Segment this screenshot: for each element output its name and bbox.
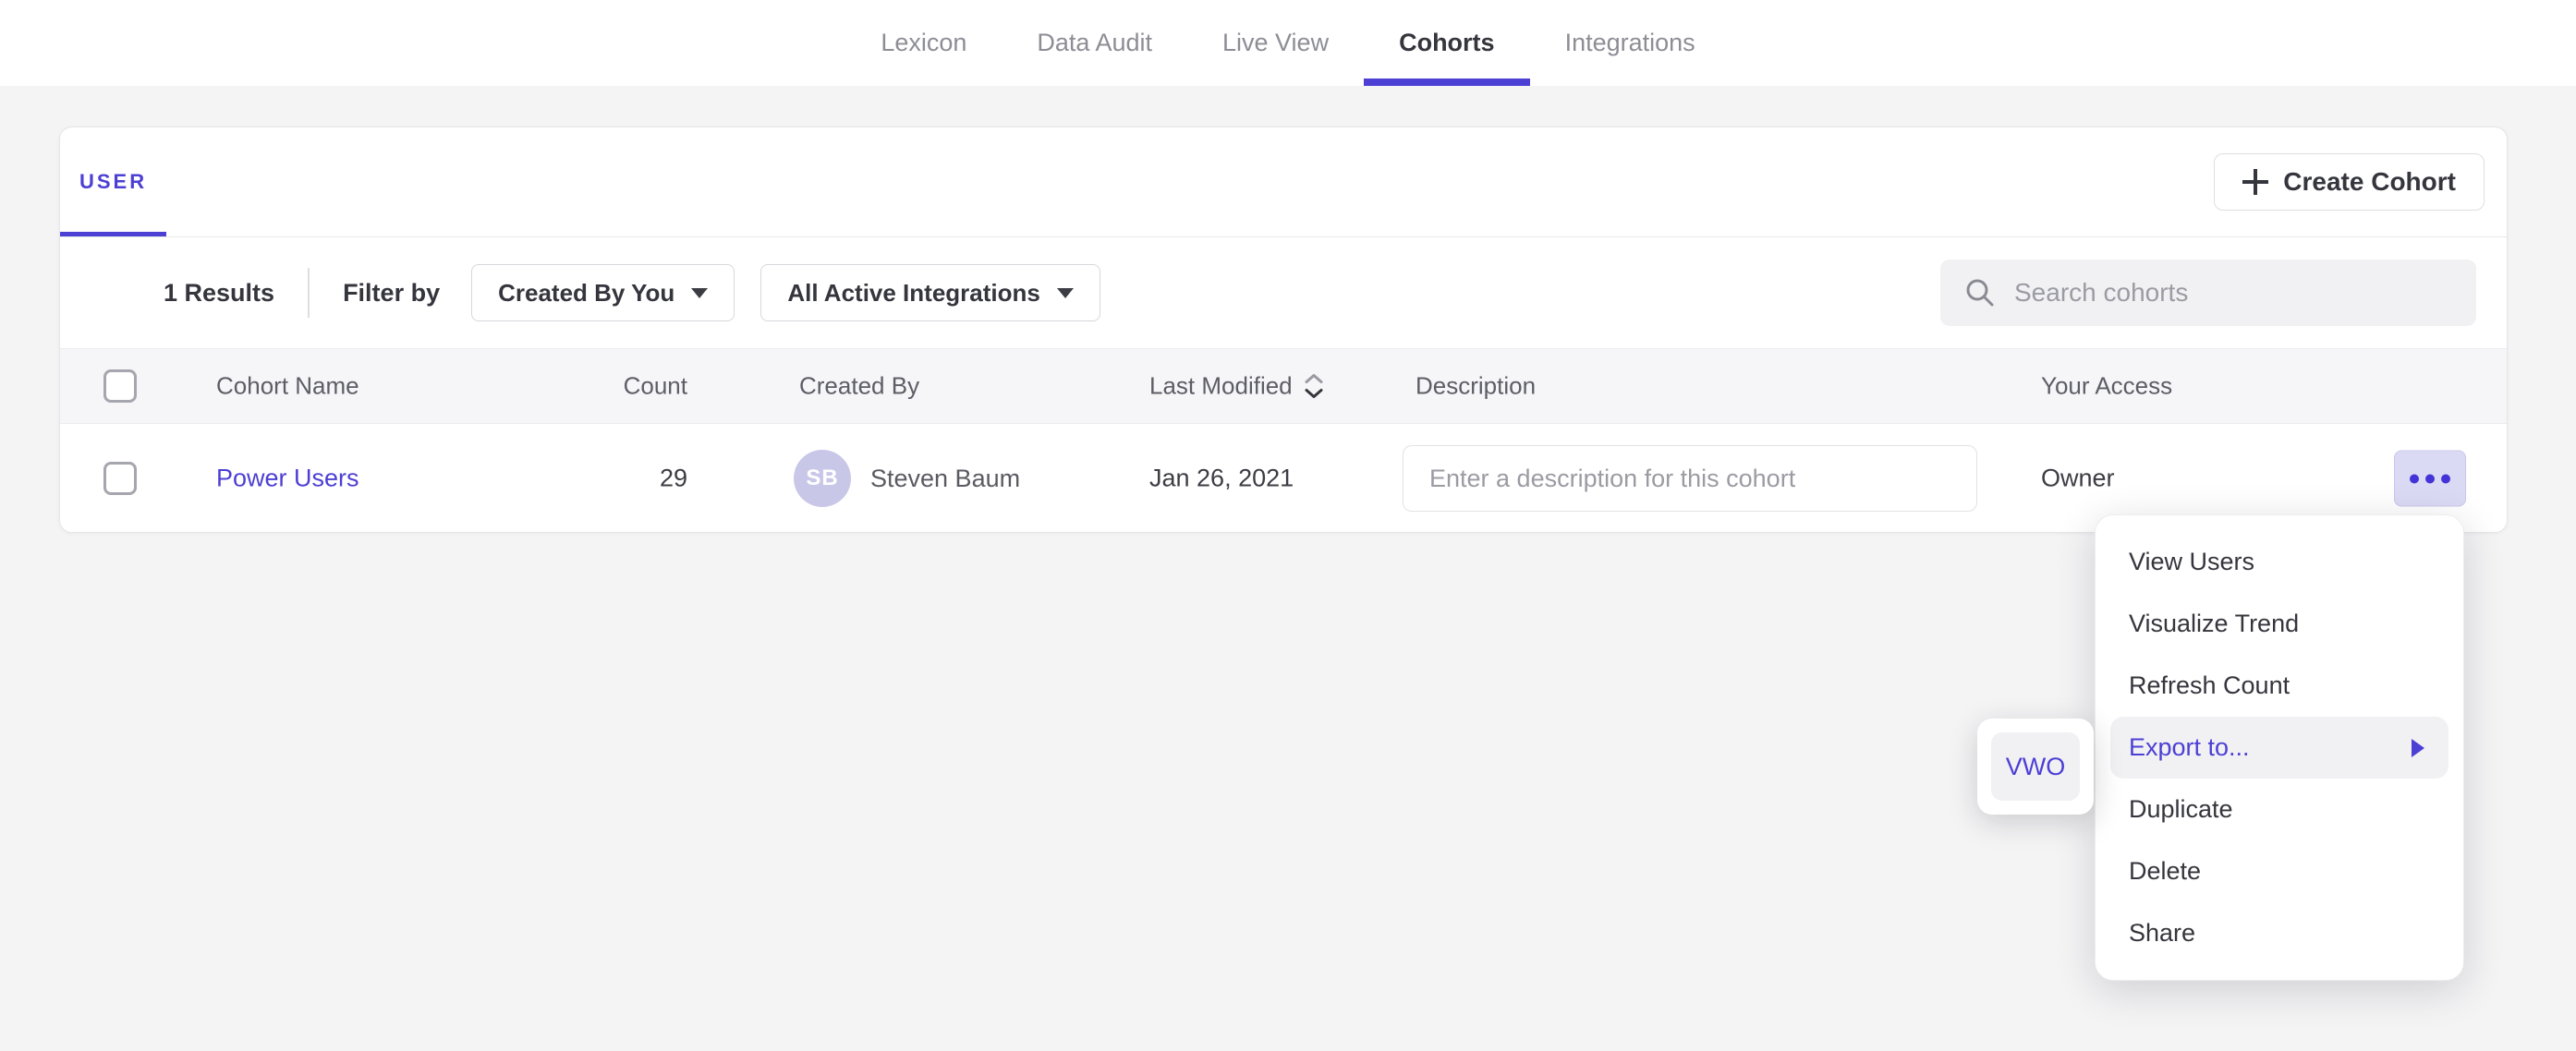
nav-tab-live-view[interactable]: Live View [1187,0,1364,86]
search-cohorts-box [1940,260,2476,326]
nav-tab-cohorts[interactable]: Cohorts [1364,0,1530,86]
column-header-description: Description [1416,372,1536,401]
created-by-filter-dropdown[interactable]: Created By You [471,264,735,321]
menu-item-duplicate[interactable]: Duplicate [2096,779,2463,840]
tab-user-cohorts[interactable]: USER [60,127,166,236]
submenu-item-vwo[interactable]: VWO [1991,732,2080,801]
cohort-type-tabs-row: USER Create Cohort [60,127,2507,237]
menu-item-refresh-count[interactable]: Refresh Count [2096,655,2463,717]
cohorts-table-header: Cohort Name Count Created By Last Modifi… [60,348,2507,424]
top-nav: Lexicon Data Audit Live View Cohorts Int… [0,0,2576,86]
created-by-cell: SB Steven Baum [794,450,1020,507]
creator-name: Steven Baum [870,465,1020,493]
avatar: SB [794,450,851,507]
column-header-count: Count [484,372,687,401]
menu-item-share[interactable]: Share [2096,902,2463,964]
cohorts-panel: USER Create Cohort 1 Results Filter by C… [59,127,2508,533]
created-by-filter-label: Created By You [498,279,674,308]
search-icon [1964,277,1996,308]
results-count: 1 Results [164,279,274,308]
column-header-your-access: Your Access [2041,372,2172,401]
search-cohorts-input[interactable] [2014,278,2452,308]
last-modified-date: Jan 26, 2021 [1149,465,1294,493]
filter-by-label: Filter by [343,279,440,308]
integrations-filter-dropdown[interactable]: All Active Integrations [760,264,1100,321]
description-input[interactable] [1403,445,1977,512]
ellipsis-icon [2441,474,2450,483]
description-cell [1403,445,1977,512]
nav-tab-label: Integrations [1565,29,1695,57]
nav-tab-label: Live View [1222,29,1329,57]
nav-tab-lexicon[interactable]: Lexicon [845,0,1002,86]
more-actions-cell [2394,451,2466,507]
ellipsis-icon [2425,474,2435,483]
nav-tab-label: Cohorts [1399,29,1495,57]
cohort-count: 29 [484,465,687,493]
sort-icon[interactable] [1304,373,1324,400]
more-actions-button[interactable] [2394,451,2466,507]
nav-tab-data-audit[interactable]: Data Audit [1002,0,1187,86]
last-modified-label: Last Modified [1149,372,1293,401]
cohort-actions-menu: View Users Visualize Trend Refresh Count… [2095,514,2464,981]
chevron-down-icon [1057,288,1074,298]
column-header-created-by: Created By [799,372,919,401]
menu-item-delete[interactable]: Delete [2096,840,2463,902]
plus-icon [2242,169,2268,195]
nav-tab-label: Lexicon [881,29,966,57]
vertical-divider [308,268,310,318]
integrations-filter-label: All Active Integrations [787,279,1040,308]
create-cohort-button[interactable]: Create Cohort [2214,153,2485,211]
row-checkbox[interactable] [103,462,137,495]
menu-item-visualize-trend[interactable]: Visualize Trend [2096,593,2463,655]
column-header-cohort-name: Cohort Name [216,372,359,401]
select-all-checkbox[interactable] [103,369,137,403]
nav-tab-integrations[interactable]: Integrations [1530,0,1731,86]
access-level: Owner [2041,465,2115,493]
menu-item-export-to[interactable]: Export to... [2110,717,2448,779]
column-header-last-modified[interactable]: Last Modified [1149,372,1324,401]
menu-item-view-users[interactable]: View Users [2096,531,2463,593]
filter-row: 1 Results Filter by Created By You All A… [60,237,2507,348]
submenu-arrow-icon [2412,739,2424,757]
ellipsis-icon [2410,474,2419,483]
nav-tab-label: Data Audit [1037,29,1152,57]
create-cohort-label: Create Cohort [2283,167,2456,197]
export-to-label: Export to... [2129,733,2250,762]
export-submenu: VWO [1977,719,2094,815]
tab-user-label: USER [79,170,147,194]
chevron-down-icon [691,288,708,298]
cohort-name-link[interactable]: Power Users [216,465,359,493]
